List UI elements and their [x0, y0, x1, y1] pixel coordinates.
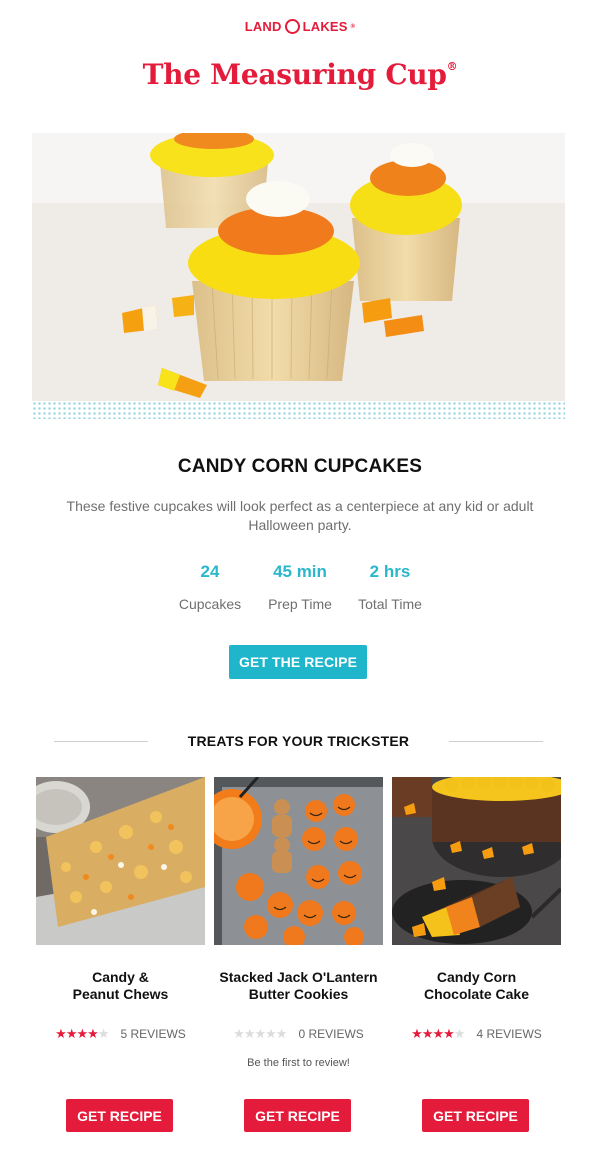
- get-recipe-button[interactable]: GET RECIPE: [422, 1099, 529, 1132]
- land-o-lakes-logo[interactable]: LAND LAKES ®: [245, 19, 356, 34]
- stat-label: Total Time: [358, 596, 422, 612]
- star-icon: ★: [233, 1026, 245, 1041]
- logo-o-mark: [284, 19, 300, 34]
- star-rating: ★ ★ ★ ★ ★: [55, 1026, 110, 1042]
- masthead-text: The Measuring Cup: [142, 58, 447, 91]
- card-image[interactable]: [36, 777, 205, 945]
- star-icon: ★: [421, 1026, 434, 1041]
- star-icon: ★: [432, 1026, 444, 1041]
- star-icon: ★: [76, 1026, 88, 1041]
- card-title-line: Peanut Chews: [72, 986, 169, 1002]
- star-rating: ★ ★ ★ ★ ★: [233, 1026, 288, 1042]
- logo-text-left: LAND: [244, 19, 282, 34]
- card-image[interactable]: [214, 777, 383, 945]
- card-title[interactable]: Candy & Peanut Chews: [26, 969, 215, 1003]
- card-rating: ★ ★ ★ ★ ★ 0 REVIEWS: [214, 1026, 383, 1042]
- stat-prep-time: 45 min Prep Time: [255, 562, 345, 612]
- star-icon: ★: [265, 1026, 277, 1041]
- card-title[interactable]: Candy Corn Chocolate Cake: [382, 969, 571, 1003]
- stat-value: 2 hrs: [369, 562, 411, 581]
- logo-registered-mark: ®: [350, 23, 356, 30]
- card-title-line: Candy Corn: [436, 969, 517, 985]
- stat-label: Cupcakes: [178, 596, 242, 612]
- card-rating: ★ ★ ★ ★ ★ 4 REVIEWS: [392, 1026, 561, 1042]
- star-icon: ★: [243, 1026, 256, 1041]
- star-rating: ★ ★ ★ ★ ★: [411, 1026, 466, 1042]
- masthead-registered-mark: ®: [446, 60, 458, 73]
- recipe-card-jack-o-lantern-cookies: Stacked Jack O'Lantern Butter Cookies ★ ★…: [214, 777, 383, 1132]
- recipe-card-candy-corn-chocolate-cake: Candy Corn Chocolate Cake ★ ★ ★ ★ ★ 4 REVIEW…: [392, 777, 561, 1132]
- stat-total-time: 2 hrs Total Time: [345, 562, 435, 612]
- stat-yield: 24 Cupcakes: [165, 562, 255, 612]
- review-count[interactable]: 0 REVIEWS: [298, 1027, 363, 1041]
- star-icon: ★: [453, 1026, 466, 1041]
- hero-dot-pattern-divider: [32, 401, 565, 419]
- star-icon: ★: [275, 1026, 288, 1041]
- stat-value: 45 min: [273, 562, 327, 581]
- get-recipe-button[interactable]: GET RECIPE: [244, 1099, 351, 1132]
- divider-line-left: [54, 740, 148, 742]
- card-title-line: Chocolate Cake: [423, 986, 530, 1002]
- recipe-stats: 24 Cupcakes 45 min Prep Time 2 hrs Total…: [0, 562, 600, 612]
- star-icon: ★: [97, 1026, 110, 1041]
- card-title-line: Stacked Jack O'Lantern: [219, 969, 378, 985]
- star-icon: ★: [55, 1026, 67, 1041]
- recipe-card-candy-peanut-chews: Candy & Peanut Chews ★ ★ ★ ★ ★ 5 REVIEWS GET…: [36, 777, 205, 1132]
- divider-line-right: [449, 740, 543, 742]
- star-icon: ★: [411, 1026, 423, 1041]
- review-count[interactable]: 5 REVIEWS: [120, 1027, 185, 1041]
- star-icon: ★: [254, 1026, 266, 1041]
- get-the-recipe-button[interactable]: GET THE RECIPE: [229, 645, 367, 679]
- card-image[interactable]: [392, 777, 561, 945]
- stat-label: Prep Time: [268, 596, 332, 612]
- logo-text-right: LAKES: [302, 19, 348, 34]
- stat-value: 24: [200, 562, 220, 581]
- newsletter-title: The Measuring Cup®: [0, 58, 600, 91]
- star-icon: ★: [65, 1026, 78, 1041]
- star-icon: ★: [443, 1026, 455, 1041]
- section-header: TREATS FOR YOUR TRICKSTER: [54, 733, 543, 749]
- star-icon: ★: [87, 1026, 99, 1041]
- recipe-title[interactable]: CANDY CORN CUPCAKES: [0, 456, 600, 478]
- card-rating: ★ ★ ★ ★ ★ 5 REVIEWS: [36, 1026, 205, 1042]
- card-title[interactable]: Stacked Jack O'Lantern Butter Cookies: [204, 969, 393, 1003]
- recipe-description: These festive cupcakes will look perfect…: [66, 498, 534, 533]
- hero-image[interactable]: [32, 133, 565, 401]
- card-title-line: Butter Cookies: [248, 986, 349, 1002]
- first-review-prompt: Be the first to review!: [247, 1057, 350, 1069]
- card-title-line: Candy &: [92, 969, 149, 985]
- brand-header: LAND LAKES ®: [0, 18, 600, 36]
- section-title: TREATS FOR YOUR TRICKSTER: [187, 733, 410, 749]
- get-recipe-button[interactable]: GET RECIPE: [66, 1099, 173, 1132]
- review-count[interactable]: 4 REVIEWS: [476, 1027, 541, 1041]
